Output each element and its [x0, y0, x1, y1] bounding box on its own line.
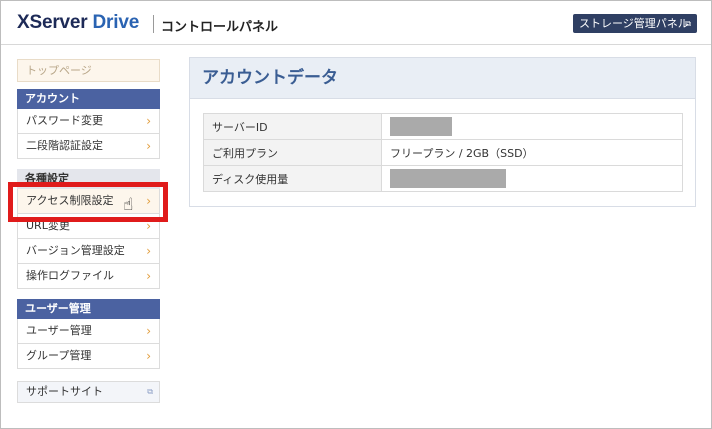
- top-header: XServer Drive コントロールパネル ストレージ管理パネル ⧉: [1, 1, 711, 45]
- sidebar-item-top-page[interactable]: トップページ: [17, 59, 160, 82]
- row-label: ご利用プラン: [203, 139, 382, 166]
- row-value-server-id: [381, 113, 683, 140]
- redacted-value: [390, 169, 506, 188]
- sidebar-item-version-settings[interactable]: バージョン管理設定 ›: [17, 239, 160, 264]
- logo-text-xserver: XServer: [17, 12, 88, 33]
- sidebar-item-label: ユーザー管理: [26, 324, 92, 337]
- external-link-icon: ⧉: [147, 387, 153, 396]
- page-title: アカウントデータ: [190, 58, 695, 99]
- chevron-right-icon: ›: [146, 269, 151, 283]
- sidebar-item-label: 操作ログファイル: [26, 269, 114, 282]
- sidebar-item-password[interactable]: パスワード変更 ›: [17, 109, 160, 134]
- chevron-right-icon: ›: [146, 349, 151, 363]
- sidebar-item-label: 二段階認証設定: [26, 139, 103, 152]
- sidebar-item-operation-log[interactable]: 操作ログファイル ›: [17, 264, 160, 289]
- sidebar-item-label: グループ管理: [26, 349, 92, 362]
- chevron-right-icon: ›: [146, 114, 151, 128]
- logo-text-drive: Drive: [92, 12, 140, 33]
- sidebar-item-label: パスワード変更: [26, 114, 103, 127]
- sidebar-item-label: サポートサイト: [26, 385, 103, 398]
- highlight-box: [8, 182, 168, 222]
- logo-divider: [153, 15, 154, 33]
- sidebar-item-support-site[interactable]: サポートサイト ⧉: [17, 381, 160, 403]
- sidebar-section-account: アカウント: [17, 89, 160, 109]
- row-value-plan: フリープラン / 2GB（SSD）: [381, 139, 683, 166]
- sidebar-section-users: ユーザー管理: [17, 299, 160, 319]
- table-row: ご利用プラン フリープラン / 2GB（SSD）: [203, 139, 683, 166]
- row-value-disk-usage: [381, 165, 683, 192]
- chevron-right-icon: ›: [146, 324, 151, 338]
- sidebar-item-user-management[interactable]: ユーザー管理 ›: [17, 319, 160, 344]
- redacted-value: [390, 117, 452, 136]
- table-row: ディスク使用量: [203, 165, 683, 192]
- table-row: サーバーID: [203, 113, 683, 140]
- row-label: ディスク使用量: [203, 165, 382, 192]
- storage-panel-button-label: ストレージ管理パネル: [579, 17, 689, 30]
- row-label: サーバーID: [203, 113, 382, 140]
- chevron-right-icon: ›: [146, 139, 151, 153]
- sidebar-item-label: バージョン管理設定: [26, 244, 125, 257]
- chevron-right-icon: ›: [146, 244, 151, 258]
- xserver-drive-logo[interactable]: XServer Drive: [17, 12, 139, 34]
- storage-panel-button[interactable]: ストレージ管理パネル ⧉: [573, 14, 697, 33]
- account-data-table: サーバーID ご利用プラン フリープラン / 2GB（SSD） ディスク使用量: [203, 113, 683, 192]
- app-window: XServer Drive コントロールパネル ストレージ管理パネル ⧉ トップ…: [0, 0, 712, 429]
- sidebar-item-two-factor[interactable]: 二段階認証設定 ›: [17, 134, 160, 159]
- hand-cursor-icon: ☝: [123, 195, 134, 215]
- panel-title: コントロールパネル: [161, 20, 279, 35]
- account-data-panel: アカウントデータ サーバーID ご利用プラン フリープラン / 2GB（SSD）…: [189, 57, 696, 207]
- sidebar-item-group-management[interactable]: グループ管理 ›: [17, 344, 160, 369]
- external-link-icon: ⧉: [685, 19, 691, 28]
